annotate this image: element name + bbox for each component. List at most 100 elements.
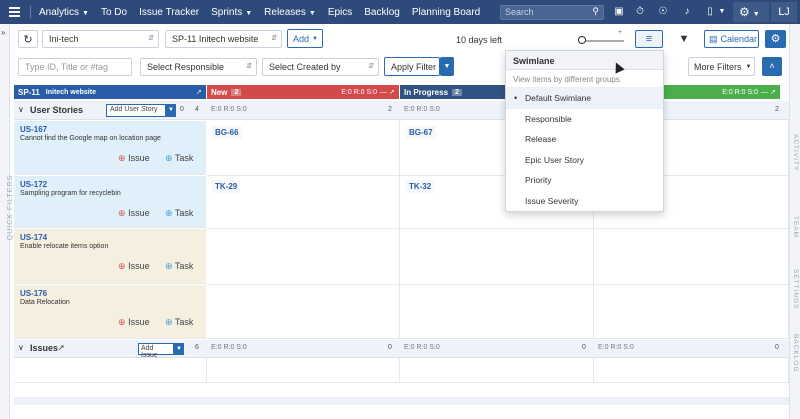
chevron-down-icon[interactable]: ▼: [716, 6, 728, 18]
task-tag[interactable]: TK-32: [406, 180, 435, 193]
add-task-link[interactable]: ⊕ Task: [165, 261, 193, 272]
menu-icon[interactable]: [0, 7, 28, 17]
issues-count-in-progress: 0: [582, 344, 586, 351]
pin-icon[interactable]: ➚: [389, 88, 395, 96]
story-id[interactable]: US-172: [20, 180, 47, 189]
project-select[interactable]: Ini-tech ⇵: [42, 30, 159, 48]
more-filters-button[interactable]: More Filters ▼: [688, 57, 755, 76]
search-icon[interactable]: ⚲: [592, 6, 599, 17]
expand-icon[interactable]: »: [1, 28, 5, 37]
avatar[interactable]: LJ: [771, 2, 797, 22]
filter-icon[interactable]: ▼: [672, 30, 696, 48]
pin-icon[interactable]: ➚: [58, 343, 65, 352]
gear-icon[interactable]: ⚙: [739, 5, 750, 19]
nav-releases[interactable]: Releases ▼: [258, 7, 322, 18]
story-id[interactable]: US-167: [20, 125, 47, 134]
plus-circle-icon: ⊕: [165, 261, 173, 271]
right-rail: ACTIVITY TEAM SETTINGS BACKLOG: [789, 24, 800, 419]
nav-backlog[interactable]: Backlog: [358, 7, 406, 18]
swimlane-option-release[interactable]: Release: [506, 129, 663, 150]
story-id[interactable]: US-174: [20, 233, 47, 242]
activity-tab[interactable]: ACTIVITY: [792, 134, 799, 171]
plus-circle-icon: ⊕: [165, 208, 173, 218]
zoom-slider-handle[interactable]: [578, 36, 586, 44]
swimlane-option-issue-severity[interactable]: Issue Severity: [506, 191, 663, 212]
gear-icon: ⚙: [770, 33, 781, 45]
timer-icon[interactable]: ⏱: [634, 6, 646, 18]
board-settings-button[interactable]: ⚙: [765, 30, 786, 48]
swimlane-button[interactable]: ≡: [635, 30, 663, 48]
collapse-lane-icon[interactable]: ∨: [18, 105, 24, 114]
minimize-icon[interactable]: —: [761, 89, 768, 96]
story-card[interactable]: US-176 Data Relocation ⊕ Issue ⊕ Task: [14, 285, 206, 339]
add-issue-button[interactable]: Add Issue: [138, 343, 174, 359]
story-card[interactable]: US-167 Cannot find the Google map on loc…: [14, 121, 206, 175]
add-issue-dropdown[interactable]: ▼: [174, 343, 184, 355]
column-header-new: New 2 E:0 R:0 S:0 — ➚: [207, 85, 399, 99]
user-stories-lane-header[interactable]: ∨ User Stories Add User Story ▼ 0 4 2 2: [14, 101, 789, 120]
chevron-up-icon: ˄: [769, 61, 775, 71]
calendar-button[interactable]: ▤ Calendar: [704, 30, 759, 48]
add-issue-link[interactable]: ⊕ Issue: [118, 261, 150, 272]
swimlane-option-priority[interactable]: Priority: [506, 170, 663, 191]
horizontal-scrollbar[interactable]: [14, 397, 789, 405]
add-user-story-dropdown[interactable]: ▼: [166, 104, 176, 117]
add-task-link[interactable]: ⊕ Task: [165, 153, 193, 164]
column-stats-done: E:0 R:0 S:0: [722, 88, 758, 96]
collapse-filters-button[interactable]: ˄: [762, 57, 782, 76]
pin-icon[interactable]: ➚: [770, 88, 776, 96]
swimlane-option-default[interactable]: • Default Swimlane: [506, 88, 663, 109]
add-icon[interactable]: ▣: [613, 6, 625, 18]
add-button[interactable]: Add ▼: [287, 29, 323, 48]
minimize-icon[interactable]: —: [380, 89, 387, 96]
settings-menu[interactable]: ⚙ ▼: [733, 2, 769, 22]
nav-sprints[interactable]: Sprints ▼: [205, 7, 258, 18]
pin-icon[interactable]: ➚: [196, 88, 202, 96]
apply-filter-dropdown[interactable]: ▼: [440, 57, 454, 76]
nav-epics[interactable]: Epics: [322, 7, 358, 18]
add-task-link[interactable]: ⊕ Task: [165, 317, 193, 328]
zoom-slider[interactable]: [580, 40, 624, 42]
responsible-select[interactable]: Select Responsible ⇵: [140, 58, 257, 76]
story-card[interactable]: US-174 Enable relocate items option ⊕ Is…: [14, 229, 206, 284]
add-issue-link[interactable]: ⊕ Issue: [118, 153, 150, 164]
created-by-select[interactable]: Select Created by ⇵: [262, 58, 379, 76]
issues-cell: [594, 358, 789, 383]
lane-stats-new: E:0 R:0 S:0: [211, 106, 247, 113]
plus-circle-icon: ⊕: [118, 317, 126, 327]
refresh-button[interactable]: ↻: [18, 30, 38, 48]
issues-cell: [14, 358, 207, 383]
lane-count-a: 0: [180, 106, 184, 113]
story-desc: Enable relocate items option: [20, 243, 109, 250]
add-user-story-button[interactable]: Add User Story: [106, 104, 166, 117]
story-card[interactable]: US-172 Sampling program for recyclebin ⊕…: [14, 176, 206, 228]
story-id[interactable]: US-176: [20, 289, 47, 298]
add-task-link[interactable]: ⊕ Task: [165, 208, 193, 219]
sprint-select[interactable]: SP-11 Initech website ⇵: [165, 30, 282, 48]
nav-todo[interactable]: To Do: [95, 7, 133, 18]
task-tag[interactable]: BG-67: [406, 126, 436, 139]
nav-planning-board[interactable]: Planning Board: [406, 7, 486, 18]
add-issue-link[interactable]: ⊕ Issue: [118, 208, 150, 219]
nav-analytics[interactable]: Analytics ▼: [33, 7, 95, 18]
filter-search-input[interactable]: Type ID, Title or #tag: [18, 58, 132, 76]
column-cells-new: [207, 121, 400, 339]
add-issue-link[interactable]: ⊕ Issue: [118, 317, 150, 328]
task-tag[interactable]: BG-66: [212, 126, 242, 139]
swimlane-option-epic-user-story[interactable]: Epic User Story: [506, 150, 663, 171]
team-tab[interactable]: TEAM: [792, 216, 799, 238]
zoom-in-icon[interactable]: +: [618, 29, 622, 36]
settings-tab[interactable]: SETTINGS: [792, 269, 799, 310]
collapse-lane-icon[interactable]: ∨: [18, 343, 24, 352]
device-icon[interactable]: ▯: [704, 6, 716, 18]
swimlane-option-responsible[interactable]: Responsible: [506, 109, 663, 130]
backlog-tab[interactable]: BACKLOG: [792, 334, 799, 372]
task-tag[interactable]: TK-29: [212, 180, 241, 193]
apply-filter-button[interactable]: Apply Filter: [384, 57, 440, 76]
shield-icon[interactable]: ☉: [657, 6, 669, 18]
bell-icon[interactable]: ♪: [681, 6, 693, 18]
top-nav: Analytics ▼ To Do Issue Tracker Sprints ▼ …: [0, 0, 800, 24]
issues-lane-header[interactable]: ∨ Issues ➚ Add Issue ▼ 6 E:0 R:0 S:0 0 E…: [14, 340, 789, 359]
nav-issue-tracker[interactable]: Issue Tracker: [133, 7, 205, 18]
global-search-input[interactable]: Search ⚲: [500, 5, 604, 20]
